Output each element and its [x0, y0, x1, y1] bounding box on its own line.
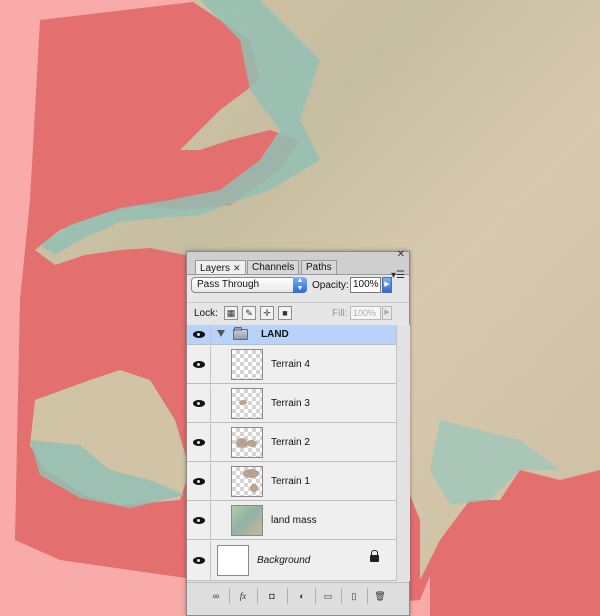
- layer-name[interactable]: Terrain 1: [271, 476, 310, 487]
- lock-transparency-icon[interactable]: ▦: [224, 306, 238, 320]
- eye-icon: [193, 557, 205, 564]
- fill-value: 100%: [353, 308, 377, 318]
- lock-all-icon[interactable]: ■: [278, 306, 292, 320]
- layer-row[interactable]: land mass: [187, 502, 396, 540]
- layer-name[interactable]: Terrain 2: [271, 437, 310, 448]
- toolbar-divider: [315, 588, 316, 604]
- visibility-toggle[interactable]: [187, 385, 211, 422]
- layer-row[interactable]: Terrain 1: [187, 463, 396, 501]
- layer-row[interactable]: Terrain 4: [187, 346, 396, 384]
- tab-layers-label: Layers: [200, 263, 231, 274]
- new-layer-icon[interactable]: ▯: [345, 589, 363, 603]
- toolbar-divider: [341, 588, 342, 604]
- opacity-slider-arrow-icon[interactable]: ▶: [382, 277, 392, 293]
- lock-position-icon[interactable]: ✛: [260, 306, 274, 320]
- eye-icon: [193, 400, 205, 407]
- toolbar-divider: [367, 588, 368, 604]
- opacity-value: 100%: [353, 279, 379, 290]
- fill-label: Fill:: [332, 308, 348, 319]
- visibility-toggle[interactable]: [187, 502, 211, 539]
- eye-icon: [193, 478, 205, 485]
- select-arrows-icon: ▲ ▼: [293, 277, 307, 293]
- visibility-toggle[interactable]: [187, 424, 211, 461]
- visibility-toggle[interactable]: [187, 325, 211, 344]
- blend-row: Pass Through ▲ ▼ Opacity: 100% ▶: [187, 276, 409, 300]
- layer-row[interactable]: Terrain 3: [187, 385, 396, 423]
- visibility-toggle[interactable]: [187, 346, 211, 383]
- eye-icon: [193, 331, 205, 338]
- tab-layers[interactable]: Layers ✕: [195, 260, 246, 274]
- opacity-label: Opacity:: [312, 280, 349, 291]
- layer-group-land[interactable]: LAND: [187, 325, 396, 345]
- thumb-detail: [243, 469, 259, 478]
- layers-bottom-toolbar: ∞ fx ◘ ◐ ▭ ▯ 🗑: [187, 582, 409, 615]
- layer-thumbnail[interactable]: [217, 545, 249, 576]
- opacity-input[interactable]: 100%: [350, 277, 381, 293]
- lock-row: Lock: ▦ ✎ ✛ ■ Fill: 100% ▶: [187, 302, 409, 325]
- lock-pixels-icon[interactable]: ✎: [242, 306, 256, 320]
- toolbar-divider: [287, 588, 288, 604]
- link-layers-icon[interactable]: ∞: [207, 589, 225, 603]
- layer-name[interactable]: Terrain 4: [271, 359, 310, 370]
- fill-input[interactable]: 100%: [350, 306, 381, 320]
- panel-titlebar[interactable]: ✕: [187, 250, 409, 260]
- eye-icon: [193, 439, 205, 446]
- layers-list[interactable]: LAND Terrain 4 Terrain 3 Terrain 2 Terra…: [187, 325, 396, 581]
- toolbar-divider: [229, 588, 230, 604]
- visibility-toggle[interactable]: [187, 463, 211, 500]
- layer-thumbnail[interactable]: [231, 427, 263, 458]
- layer-thumbnail[interactable]: [231, 349, 263, 380]
- panel-close-icon[interactable]: ✕: [397, 250, 405, 260]
- layer-name[interactable]: Background: [257, 555, 310, 566]
- layers-scrollbar[interactable]: [396, 325, 410, 581]
- tab-channels-label: Channels: [252, 262, 295, 273]
- tab-paths[interactable]: Paths: [301, 260, 337, 274]
- layer-thumbnail[interactable]: [231, 388, 263, 419]
- thumb-detail: [250, 484, 258, 492]
- layer-row-background[interactable]: Background: [187, 541, 396, 581]
- lock-icon: [370, 550, 379, 562]
- add-mask-icon[interactable]: ◘: [263, 589, 281, 603]
- layer-name[interactable]: Terrain 3: [271, 398, 310, 409]
- fill-slider-arrow-icon[interactable]: ▶: [382, 306, 392, 320]
- visibility-toggle[interactable]: [187, 541, 211, 580]
- tab-paths-label: Paths: [306, 262, 332, 273]
- eye-icon: [193, 517, 205, 524]
- folder-icon: [233, 327, 248, 340]
- adjustment-layer-icon[interactable]: ◐: [293, 589, 311, 603]
- new-group-icon[interactable]: ▭: [319, 589, 337, 603]
- tab-channels[interactable]: Channels: [247, 260, 300, 274]
- tab-close-icon[interactable]: ✕: [233, 263, 241, 273]
- layer-name[interactable]: land mass: [271, 515, 317, 526]
- layer-thumbnail[interactable]: [231, 505, 263, 536]
- lock-label: Lock:: [194, 308, 218, 319]
- layer-thumbnail[interactable]: [231, 466, 263, 497]
- thumb-detail: [247, 440, 257, 447]
- layer-row[interactable]: Terrain 2: [187, 424, 396, 462]
- eye-icon: [193, 361, 205, 368]
- group-name: LAND: [261, 329, 289, 340]
- thumb-detail: [239, 400, 247, 405]
- layers-panel[interactable]: ✕ Layers ✕ Channels Paths ▾☰ Pass Through…: [186, 250, 410, 616]
- toolbar-divider: [257, 588, 258, 604]
- trash-icon[interactable]: 🗑: [371, 589, 389, 603]
- blend-mode-value: Pass Through: [197, 279, 260, 290]
- panel-tabs: Layers ✕ Channels Paths ▾☰: [187, 260, 409, 281]
- fx-icon[interactable]: fx: [234, 589, 252, 603]
- group-expand-triangle-icon[interactable]: [217, 330, 225, 337]
- blend-mode-select[interactable]: Pass Through ▲ ▼: [191, 277, 307, 293]
